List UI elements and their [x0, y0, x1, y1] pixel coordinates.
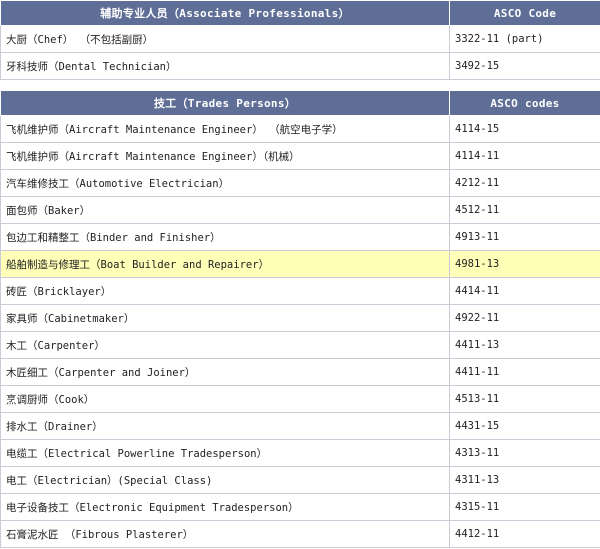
table-row: 包边工和精整工（Binder and Finisher） 4913-11: [0, 223, 600, 251]
associate-professionals-table: 辅助专业人员（Associate Professionals） ASCO Cod…: [0, 0, 600, 80]
occupation-cell: 牙科技师（Dental Technician）: [0, 52, 450, 80]
occupation-cell: 大厨（Chef） （不包括副厨）: [0, 25, 450, 53]
occupation-cell: 砖匠（Bricklayer）: [0, 277, 450, 305]
asco-code-cell: 4313-11: [449, 439, 600, 467]
occupation-column-header: 技工（Trades Persons）: [0, 90, 450, 116]
table-row: 飞机维护师（Aircraft Maintenance Engineer） （航空…: [0, 115, 600, 143]
asco-code-column-header: ASCO Code: [449, 0, 600, 26]
asco-code-cell: 4315-11: [449, 493, 600, 521]
occupation-cell: 汽车维修技工（Automotive Electrician）: [0, 169, 450, 197]
asco-code-cell: 4212-11: [449, 169, 600, 197]
asco-code-cell: 4513-11: [449, 385, 600, 413]
table-row-highlighted: 船舶制造与修理工（Boat Builder and Repairer） 4981…: [0, 250, 600, 278]
occupation-cell: 包边工和精整工（Binder and Finisher）: [0, 223, 450, 251]
asco-code-cell: 3492-15: [449, 52, 600, 80]
table-row: 牙科技师（Dental Technician） 3492-15: [0, 52, 600, 80]
table-row: 汽车维修技工（Automotive Electrician） 4212-11: [0, 169, 600, 197]
occupation-cell: 面包师（Baker）: [0, 196, 450, 224]
occupation-cell: 飞机维护师（Aircraft Maintenance Engineer）（机械）: [0, 142, 450, 170]
occupation-cell: 家具师（Cabinetmaker）: [0, 304, 450, 332]
table-row: 排水工（Drainer） 4431-15: [0, 412, 600, 440]
asco-code-cell: 4411-13: [449, 331, 600, 359]
occupation-cell: 排水工（Drainer）: [0, 412, 450, 440]
occupation-cell: 木工（Carpenter）: [0, 331, 450, 359]
table-row: 烹调厨师（Cook） 4513-11: [0, 385, 600, 413]
asco-codes-column-header: ASCO codes: [449, 90, 600, 116]
occupation-cell: 飞机维护师（Aircraft Maintenance Engineer） （航空…: [0, 115, 450, 143]
occupation-cell: 船舶制造与修理工（Boat Builder and Repairer）: [0, 250, 450, 278]
table-header-row: 辅助专业人员（Associate Professionals） ASCO Cod…: [0, 0, 600, 26]
trades-persons-table: 技工（Trades Persons） ASCO codes 飞机维护师（Airc…: [0, 90, 600, 548]
occupation-cell: 木匠细工（Carpenter and Joiner）: [0, 358, 450, 386]
table-row: 木匠细工（Carpenter and Joiner） 4411-11: [0, 358, 600, 386]
occupation-column-header: 辅助专业人员（Associate Professionals）: [0, 0, 450, 26]
asco-code-cell: 3322-11 (part): [449, 25, 600, 53]
occupation-cell: 电缆工（Electrical Powerline Tradesperson）: [0, 439, 450, 467]
asco-code-cell: 4431-15: [449, 412, 600, 440]
table-row: 电缆工（Electrical Powerline Tradesperson） 4…: [0, 439, 600, 467]
asco-code-cell: 4414-11: [449, 277, 600, 305]
asco-code-cell: 4412-11: [449, 520, 600, 548]
table-row: 飞机维护师（Aircraft Maintenance Engineer）（机械）…: [0, 142, 600, 170]
table-row: 电工（Electrician）(Special Class) 4311-13: [0, 466, 600, 494]
table-row: 石膏泥水匠 （Fibrous Plasterer） 4412-11: [0, 520, 600, 548]
occupation-cell: 烹调厨师（Cook）: [0, 385, 450, 413]
occupation-cell: 电工（Electrician）(Special Class): [0, 466, 450, 494]
asco-code-cell: 4512-11: [449, 196, 600, 224]
table-row: 大厨（Chef） （不包括副厨） 3322-11 (part): [0, 25, 600, 53]
asco-code-cell: 4114-11: [449, 142, 600, 170]
asco-code-cell: 4981-13: [449, 250, 600, 278]
asco-code-cell: 4411-11: [449, 358, 600, 386]
occupation-cell: 电子设备技工（Electronic Equipment Tradesperson…: [0, 493, 450, 521]
table-row: 砖匠（Bricklayer） 4414-11: [0, 277, 600, 305]
table-row: 电子设备技工（Electronic Equipment Tradesperson…: [0, 493, 600, 521]
table-row: 木工（Carpenter） 4411-13: [0, 331, 600, 359]
occupation-cell: 石膏泥水匠 （Fibrous Plasterer）: [0, 520, 450, 548]
table-row: 家具师（Cabinetmaker） 4922-11: [0, 304, 600, 332]
table-row: 面包师（Baker） 4512-11: [0, 196, 600, 224]
asco-code-cell: 4922-11: [449, 304, 600, 332]
asco-code-cell: 4913-11: [449, 223, 600, 251]
asco-code-cell: 4311-13: [449, 466, 600, 494]
asco-code-cell: 4114-15: [449, 115, 600, 143]
table-header-row: 技工（Trades Persons） ASCO codes: [0, 90, 600, 116]
